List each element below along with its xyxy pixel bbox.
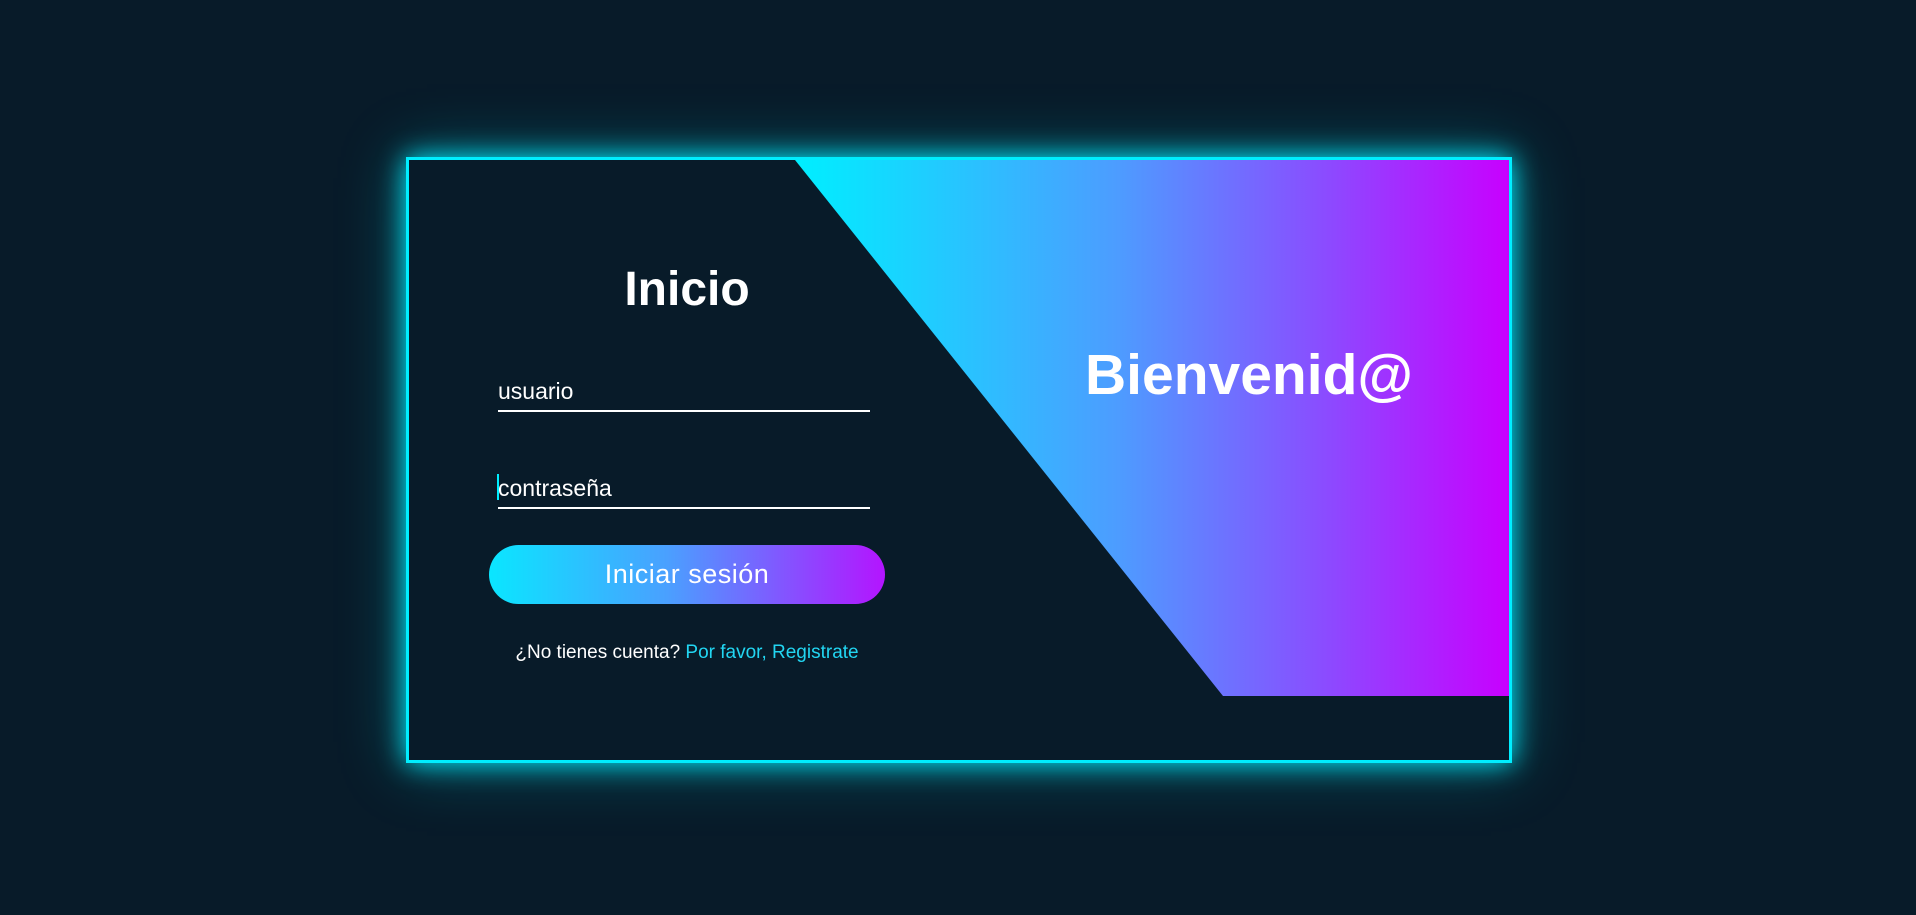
text-cursor: [497, 474, 499, 500]
signup-text: ¿No tienes cuenta? Por favor, Registrate: [489, 642, 885, 664]
signup-prompt: ¿No tienes cuenta?: [515, 642, 681, 663]
username-input[interactable]: [498, 360, 870, 410]
login-button[interactable]: Iniciar sesión: [489, 545, 885, 604]
password-field-box: [497, 457, 870, 509]
password-input[interactable]: [498, 457, 870, 507]
welcome-heading: Bienvenid@: [1085, 343, 1413, 407]
login-card: Inicio Iniciar sesión ¿No tienes cuenta?…: [406, 157, 1512, 763]
login-form: Inicio Iniciar sesión ¿No tienes cuenta?…: [489, 260, 885, 664]
signup-link[interactable]: Por favor, Registrate: [685, 642, 858, 663]
username-field-box: [498, 360, 870, 412]
login-title: Inicio: [624, 263, 750, 316]
